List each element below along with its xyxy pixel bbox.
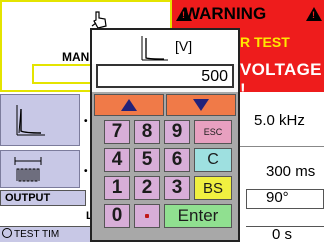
keypad-header: [92, 30, 238, 64]
key-0[interactable]: 0: [104, 204, 130, 228]
test-timer-label: TEST TIM: [14, 229, 60, 240]
voltage-box[interactable]: [32, 64, 94, 84]
key-5[interactable]: 5: [134, 148, 160, 172]
dot-icon: [145, 214, 149, 218]
down-triangle-icon: [193, 99, 209, 111]
key-1[interactable]: 1: [104, 176, 130, 200]
increment-button[interactable]: [94, 94, 164, 116]
row-separator: [240, 146, 324, 147]
esc-button[interactable]: ESC: [194, 120, 232, 144]
phase-value: 90°: [266, 189, 289, 206]
warning-triangle-icon: [306, 7, 322, 21]
tile1-marker: •: [84, 116, 88, 127]
key-4[interactable]: 4: [104, 148, 130, 172]
duration-value: 300 ms: [266, 163, 316, 180]
waveform-tile[interactable]: [0, 94, 80, 146]
frequency-value: 5.0 kHz: [254, 112, 305, 129]
tile2-marker: •: [84, 166, 88, 177]
key-3[interactable]: 3: [164, 176, 190, 200]
decimal-point-button[interactable]: [134, 204, 160, 228]
test-timer-tab[interactable]: TEST TIM: [0, 226, 92, 242]
key-9[interactable]: 9: [164, 120, 190, 144]
backspace-button[interactable]: BS: [194, 176, 232, 200]
key-2[interactable]: 2: [134, 176, 160, 200]
clear-button[interactable]: C: [194, 148, 232, 172]
up-triangle-icon: [121, 99, 137, 111]
key-6[interactable]: 6: [164, 148, 190, 172]
warning-line-2: VOLTAGE !: [240, 60, 322, 99]
time-value: 0 s: [272, 226, 293, 242]
keypad-value: 500: [201, 68, 228, 85]
warning-title: WARNING: [184, 4, 267, 23]
enter-button[interactable]: Enter: [164, 204, 232, 228]
key-7[interactable]: 7: [104, 120, 130, 144]
decay-waveform-icon: [16, 105, 45, 136]
pulse-tile[interactable]: [0, 150, 80, 188]
keypad-unit: [V]: [175, 38, 193, 54]
decrement-button[interactable]: [166, 94, 236, 116]
key-8[interactable]: 8: [134, 120, 160, 144]
pulse-train-icon: [14, 157, 42, 182]
mode-label: MAN: [62, 50, 90, 64]
timer-icon: [2, 228, 12, 238]
warning-line-1: R TEST: [240, 34, 290, 50]
keypad-body: 7 8 9 ESC 4 5 6 C 1 2 3 BS 0 Enter: [92, 92, 238, 240]
hand-pointer-icon: [90, 10, 110, 30]
output-label[interactable]: OUTPUT: [0, 190, 86, 206]
